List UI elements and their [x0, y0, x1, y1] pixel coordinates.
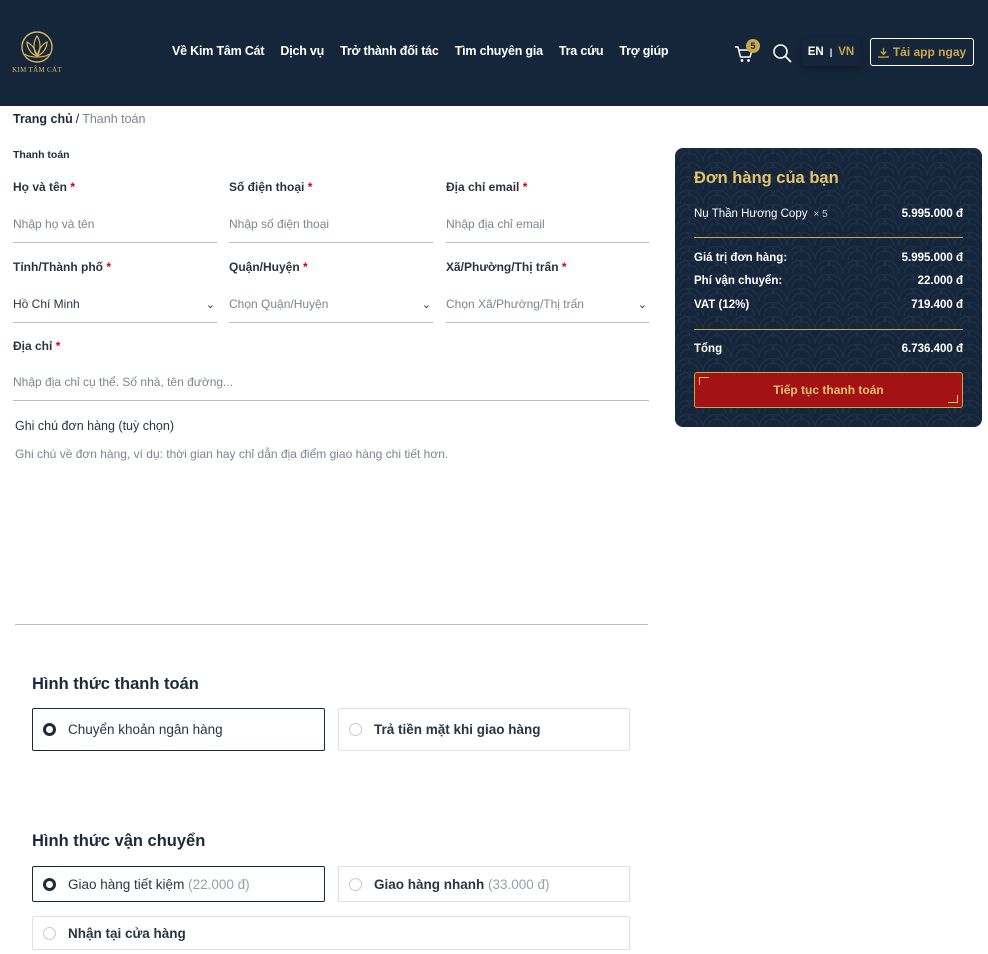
subtotal-row: Giá trị đơn hàng: 5.995.000 đ	[694, 252, 963, 264]
order-note-underline	[15, 624, 648, 625]
site-header: KIM TÂM CÁT Về Kim Tâm Cát Dịch vụ Trở t…	[0, 0, 988, 106]
search-icon[interactable]	[772, 43, 792, 63]
address-input[interactable]: Nhập địa chỉ cụ thể. Số nhà, tên đường..…	[13, 364, 649, 401]
phone-label: Số điện thoại *	[229, 180, 313, 194]
email-input[interactable]: Nhập địa chỉ email	[446, 206, 649, 243]
download-app-label: Tải app ngay	[892, 45, 967, 59]
phone-input[interactable]: Nhập số điện thoại	[229, 206, 433, 243]
cart-count-badge: 5	[746, 39, 760, 53]
summary-divider	[694, 237, 963, 238]
continue-payment-button[interactable]: Tiếp tục thanh toán	[694, 372, 963, 408]
email-label: Địa chỉ email *	[446, 180, 528, 194]
product-price: 5.995.000 đ	[901, 208, 963, 220]
breadcrumb-separator: /	[75, 112, 80, 126]
download-icon	[878, 47, 889, 58]
nav-find-expert[interactable]: Tìm chuyên gia	[455, 44, 543, 58]
chevron-down-icon: ⌄	[205, 298, 215, 311]
shipping-option-store-pickup[interactable]: Nhận tại cửa hàng	[32, 916, 630, 950]
subtotal-value: 5.995.000 đ	[901, 252, 963, 264]
ward-label: Xã/Phường/Thị trấn *	[446, 260, 567, 274]
name-label: Họ và tên *	[13, 180, 76, 194]
name-field: Họ và tên * Nhập họ và tên	[13, 178, 217, 243]
logo[interactable]: KIM TÂM CÁT	[12, 30, 62, 78]
total-value: 6.736.400 đ	[901, 343, 963, 355]
shipping-option-express[interactable]: Giao hàng nhanh (33.000 đ)	[338, 866, 630, 902]
shipping-option-label: Nhận tại cửa hàng	[68, 925, 186, 941]
lang-separator: |	[829, 47, 833, 57]
lang-en[interactable]: EN	[808, 46, 824, 58]
corner-ornament	[948, 395, 958, 403]
name-input[interactable]: Nhập họ và tên	[13, 206, 217, 243]
ward-field: Xã/Phường/Thị trấn * Chọn Xã/Phường/Thị …	[446, 258, 649, 323]
payment-method-title: Hình thức thanh toán	[32, 675, 199, 693]
radio-unselected-icon	[43, 926, 56, 940]
order-note-textarea[interactable]: Ghi chú về đơn hàng, ví dụ: thời gian ha…	[15, 447, 645, 461]
vat-value: 719.400 đ	[911, 299, 963, 311]
chevron-down-icon: ⌄	[421, 298, 431, 311]
vat-label: VAT (12%)	[694, 299, 750, 311]
breadcrumb: Trang chủ / Thanh toán	[13, 112, 145, 126]
phone-field: Số điện thoại * Nhập số điện thoại	[229, 178, 433, 243]
order-summary-card: Đơn hàng của bạn Nụ Thần Hương Copy × 5 5…	[675, 148, 982, 427]
payment-option-cod[interactable]: Trả tiền mặt khi giao hàng	[338, 708, 630, 751]
radio-unselected-icon	[349, 877, 362, 891]
address-field: Địa chỉ * Nhập địa chỉ cụ thể. Số nhà, t…	[13, 337, 649, 401]
district-select[interactable]: Chọn Quận/Huyện ⌄	[229, 286, 433, 323]
main-nav: Về Kim Tâm Cát Dịch vụ Trở thành đối tác…	[172, 44, 669, 58]
shipping-option-label: Giao hàng nhanh (33.000 đ)	[374, 876, 550, 892]
lotus-logo-icon	[21, 31, 53, 63]
radio-selected-icon	[43, 723, 56, 736]
language-switcher: EN | VN	[802, 38, 860, 66]
district-label: Quận/Huyện *	[229, 260, 308, 274]
payment-option-label: Trả tiền mặt khi giao hàng	[374, 722, 541, 737]
corner-ornament	[699, 377, 709, 385]
district-field: Quận/Huyện * Chọn Quận/Huyện ⌄	[229, 258, 433, 323]
logo-text: KIM TÂM CÁT	[12, 66, 62, 74]
order-summary-title: Đơn hàng của bạn	[694, 169, 839, 187]
product-name: Nụ Thần Hương Copy	[694, 208, 808, 220]
shipping-fee-row: Phí vận chuyển: 22.000 đ	[694, 275, 963, 287]
nav-partner[interactable]: Trở thành đối tác	[340, 44, 439, 58]
radio-selected-icon	[43, 877, 56, 891]
shipping-fee-value: 22.000 đ	[917, 275, 963, 287]
summary-divider	[694, 329, 963, 330]
nav-help[interactable]: Trợ giúp	[619, 44, 668, 58]
total-row: Tổng 6.736.400 đ	[694, 343, 963, 355]
address-label: Địa chỉ *	[13, 339, 61, 353]
nav-services[interactable]: Dịch vụ	[280, 44, 324, 58]
payment-option-label: Chuyển khoản ngân hàng	[68, 722, 223, 737]
order-note-label: Ghi chú đơn hàng (tuỳ chọn)	[15, 419, 174, 433]
continue-payment-label: Tiếp tục thanh toán	[773, 383, 884, 397]
order-item-row: Nụ Thần Hương Copy × 5 5.995.000 đ	[694, 208, 963, 220]
subtotal-label: Giá trị đơn hàng:	[694, 252, 788, 264]
nav-about[interactable]: Về Kim Tâm Cát	[172, 44, 265, 58]
province-select[interactable]: Hồ Chí Minh ⌄	[13, 286, 217, 323]
page-title: Thanh toán	[13, 149, 70, 161]
province-label: Tỉnh/Thành phố *	[13, 260, 111, 274]
breadcrumb-current: Thanh toán	[82, 112, 146, 126]
ward-select[interactable]: Chọn Xã/Phường/Thị trấn ⌄	[446, 286, 649, 323]
product-quantity: × 5	[813, 209, 828, 220]
download-app-button[interactable]: Tải app ngay	[870, 38, 974, 66]
lang-vn[interactable]: VN	[838, 46, 854, 58]
shipping-method-title: Hình thức vận chuyển	[32, 832, 206, 850]
nav-lookup[interactable]: Tra cứu	[559, 44, 604, 58]
shipping-option-economy[interactable]: Giao hàng tiết kiệm (22.000 đ)	[32, 866, 325, 902]
order-item-name-group: Nụ Thần Hương Copy × 5	[694, 208, 828, 220]
province-field: Tỉnh/Thành phố * Hồ Chí Minh ⌄	[13, 258, 217, 323]
vat-row: VAT (12%) 719.400 đ	[694, 299, 963, 311]
email-field: Địa chỉ email * Nhập địa chỉ email	[446, 178, 649, 243]
breadcrumb-home[interactable]: Trang chủ	[13, 112, 73, 126]
shipping-option-label: Giao hàng tiết kiệm (22.000 đ)	[68, 876, 250, 892]
payment-option-bank-transfer[interactable]: Chuyển khoản ngân hàng	[32, 708, 325, 751]
total-label: Tổng	[694, 343, 723, 355]
radio-unselected-icon	[349, 723, 362, 736]
chevron-down-icon: ⌄	[637, 298, 647, 311]
shipping-fee-label: Phí vận chuyển:	[694, 275, 783, 287]
